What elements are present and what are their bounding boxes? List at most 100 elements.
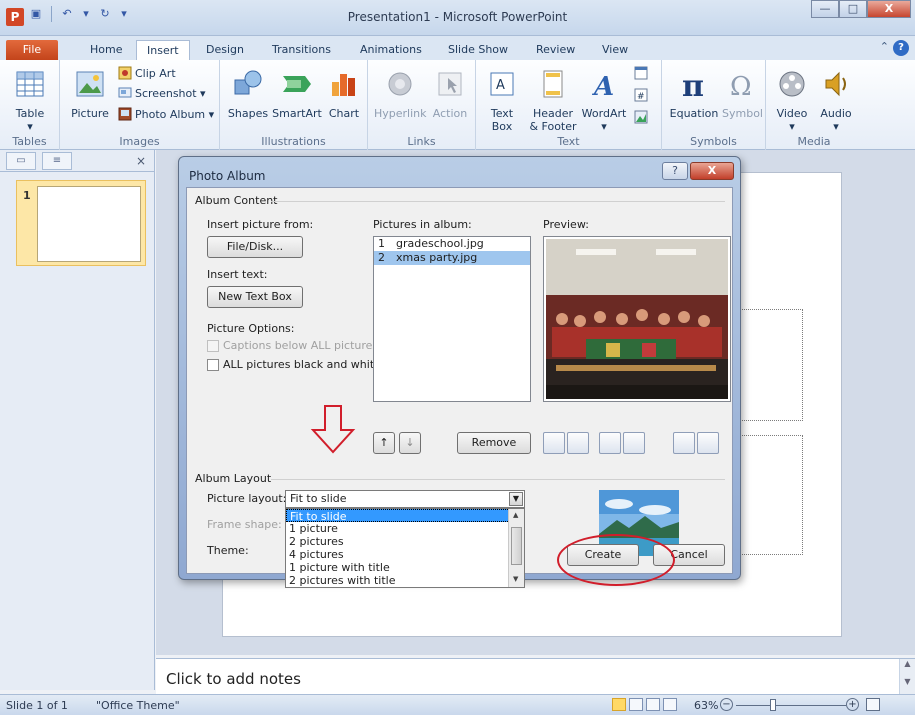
picture-button[interactable]: Picture [68,68,112,120]
video-button[interactable]: Video ▾ [770,68,814,133]
slides-tab-icon[interactable]: ▭ [6,151,36,170]
tab-slide-show[interactable]: Slide Show [438,40,518,60]
dropdown-option-2-pictures[interactable]: 2 pictures [286,535,524,548]
dialog-close-button[interactable]: X [690,162,734,180]
zoom-in-icon[interactable]: + [846,698,859,711]
tab-transitions[interactable]: Transitions [262,40,341,60]
group-media: Video ▾ Audio ▾ Media [766,60,862,150]
zoom-slider[interactable] [736,705,846,706]
zoom-out-icon[interactable]: − [720,698,733,711]
zoom-slider-thumb[interactable] [770,699,776,711]
hyperlink-button[interactable]: Hyperlink [374,68,427,120]
slide-thumbnail-selected[interactable]: 1 [16,180,146,266]
tab-review[interactable]: Review [526,40,585,60]
file-disk-button[interactable]: File/Disk... [207,236,303,258]
slides-panel: ▭ ≡ × 1 [0,150,155,690]
minimize-ribbon-icon[interactable]: ⌃ [880,40,889,53]
move-up-button[interactable]: ↑ [373,432,395,454]
minimize-button[interactable]: — [811,0,839,18]
group-illustrations: Shapes SmartArt Chart Illustrations [220,60,368,150]
black-and-white-checkbox[interactable] [207,359,219,371]
slide-show-icon[interactable] [663,698,677,711]
svg-text:#: # [637,92,645,102]
zoom-level[interactable]: 63% [694,699,718,712]
close-window-button[interactable]: X [867,0,911,18]
insert-text-label: Insert text: [207,268,268,281]
hyperlink-label: Hyperlink [374,107,427,120]
dropdown-option-2-pictures-with-title[interactable]: 2 pictures with title [286,574,524,587]
text-box-button[interactable]: A Text Box [482,68,522,133]
decrease-contrast-icon[interactable] [623,432,645,454]
increase-brightness-icon[interactable] [673,432,695,454]
audio-button[interactable]: Audio ▾ [814,68,858,133]
help-icon[interactable]: ? [893,40,909,56]
normal-view-icon[interactable] [612,698,626,711]
equation-pi-icon: π [682,69,704,104]
reading-view-icon[interactable] [646,698,660,711]
tab-design[interactable]: Design [196,40,254,60]
svg-text:A: A [496,78,505,93]
wordart-button[interactable]: A WordArt ▾ [580,68,628,133]
dropdown-option-1-picture[interactable]: 1 picture [286,522,524,535]
photo-album-button[interactable]: Photo Album ▾ [118,107,214,121]
screenshot-button[interactable]: Screenshot ▾ [118,86,206,100]
tab-insert[interactable]: Insert [136,40,190,60]
symbol-omega-icon: Ω [730,72,752,102]
pictures-listbox[interactable]: 1 gradeschool.jpg 2 xmas party.jpg [373,236,531,402]
notes-scrollbar[interactable]: ▲ ▼ [899,659,915,695]
increase-contrast-icon[interactable] [599,432,621,454]
action-button[interactable]: Action [428,68,472,120]
shapes-icon [234,70,262,95]
slide-number-button[interactable]: # [634,88,648,102]
outline-tab-icon[interactable]: ≡ [42,151,72,170]
clip-art-button[interactable]: Clip Art [118,66,176,80]
view-buttons [612,698,677,711]
dropdown-option-4-pictures[interactable]: 4 pictures [286,548,524,561]
dropdown-caret: ▾ [601,120,607,133]
rotate-right-icon[interactable] [567,432,589,454]
list-item-selected[interactable]: 2 xmas party.jpg [374,251,530,265]
table-button[interactable]: Table ▾ [6,68,54,133]
object-button[interactable] [634,110,648,124]
smartart-icon [283,76,311,92]
notes-pane[interactable]: Click to add notes ▲ ▼ [156,658,915,695]
slide-sorter-icon[interactable] [629,698,643,711]
captions-below-checkbox[interactable] [207,340,219,352]
dropdown-scroll-thumb[interactable] [511,527,522,565]
shapes-button[interactable]: Shapes [226,68,270,120]
maximize-button[interactable]: □ [839,0,867,18]
tab-animations[interactable]: Animations [350,40,432,60]
smartart-button[interactable]: SmartArt [272,68,322,120]
preview-photo [546,239,728,399]
group-label-images: Images [119,135,160,148]
tab-file[interactable]: File [6,40,58,60]
photo-album-label: Photo Album ▾ [135,107,215,121]
slide-thumbnail[interactable] [37,186,141,262]
picture-layout-select[interactable]: Fit to slide ▼ [285,490,525,508]
photo-album-icon [118,107,132,121]
rotate-left-icon[interactable] [543,432,565,454]
group-text: A Text Box Header & Footer A WordArt ▾ #… [476,60,662,150]
fit-to-window-icon[interactable] [866,698,880,711]
tab-home[interactable]: Home [80,40,132,60]
new-text-box-button[interactable]: New Text Box [207,286,303,308]
date-time-button[interactable] [634,66,648,80]
equation-button[interactable]: π Equation [668,68,720,120]
chart-button[interactable]: Chart [324,68,364,120]
dropdown-option-1-picture-with-title[interactable]: 1 picture with title [286,561,524,574]
dropdown-scrollbar[interactable]: ▲ ▼ [508,509,524,587]
remove-button[interactable]: Remove [457,432,531,454]
close-panel-icon[interactable]: × [136,154,146,168]
text-box-icon: A [490,72,514,96]
symbol-button[interactable]: Ω Symbol [722,68,763,120]
header-footer-button[interactable]: Header & Footer [528,68,578,133]
decrease-brightness-icon[interactable] [697,432,719,454]
dialog-help-button[interactable]: ? [662,162,688,180]
chevron-down-icon[interactable]: ▼ [509,492,523,506]
move-down-button[interactable]: ↓ [399,432,421,454]
dropdown-option-fit-to-slide[interactable]: Fit to slide [286,509,524,523]
list-item[interactable]: 1 gradeschool.jpg [374,237,530,251]
scroll-down-icon[interactable]: ▼ [513,575,518,583]
tab-view[interactable]: View [592,40,638,60]
scroll-up-icon[interactable]: ▲ [513,511,518,519]
